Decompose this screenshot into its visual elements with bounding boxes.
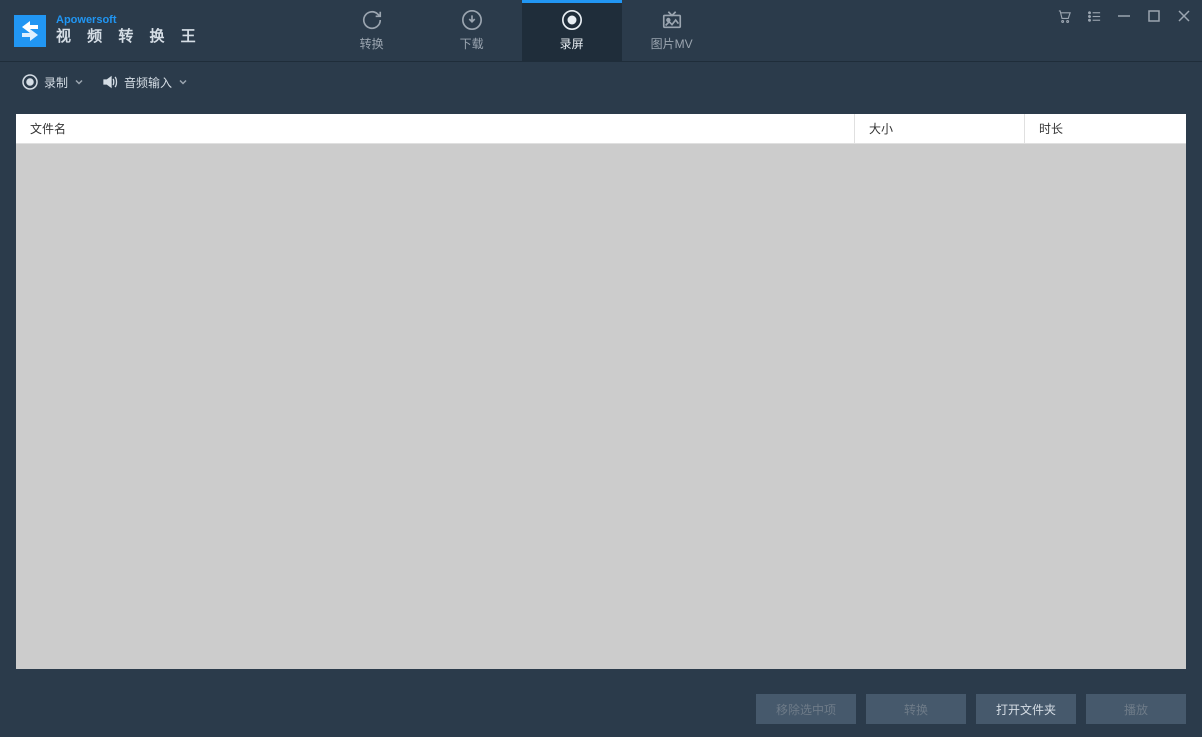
window-controls: [1056, 8, 1192, 24]
logo-section: Apowersoft 视 频 转 换 王: [10, 14, 202, 47]
content-area: 文件名 大小 时长: [0, 102, 1202, 681]
play-button[interactable]: 播放: [1086, 694, 1186, 724]
cart-icon[interactable]: [1056, 8, 1072, 24]
tab-label: 图片MV: [651, 35, 693, 52]
maximize-button[interactable]: [1146, 8, 1162, 24]
refresh-icon: [361, 9, 383, 31]
table-body: [16, 144, 1186, 669]
menu-list-icon[interactable]: [1086, 8, 1102, 24]
file-table: 文件名 大小 时长: [16, 114, 1186, 669]
record-dot-icon: [22, 74, 38, 90]
open-folder-button[interactable]: 打开文件夹: [976, 694, 1076, 724]
record-dropdown[interactable]: 录制: [22, 74, 84, 91]
logo-text: Apowersoft 视 频 转 换 王: [56, 14, 202, 47]
chevron-down-icon: [178, 77, 188, 87]
record-label: 录制: [44, 74, 68, 91]
audio-input-label: 音频输入: [124, 74, 172, 91]
app-window: Apowersoft 视 频 转 换 王 转换: [0, 0, 1202, 737]
title-bar: Apowersoft 视 频 转 换 王 转换: [0, 0, 1202, 62]
brand-name: Apowersoft: [56, 14, 202, 28]
tab-download[interactable]: 下载: [422, 0, 522, 61]
download-icon: [461, 9, 483, 31]
image-tv-icon: [661, 9, 683, 31]
tab-label: 转换: [360, 35, 384, 52]
tab-label: 录屏: [560, 35, 584, 52]
close-button[interactable]: [1176, 8, 1192, 24]
record-icon: [561, 9, 583, 31]
remove-selected-button[interactable]: 移除选中项: [756, 694, 856, 724]
minimize-button[interactable]: [1116, 8, 1132, 24]
main-tabs: 转换 下载 录屏: [322, 0, 722, 61]
app-logo-icon: [14, 15, 46, 47]
footer: 移除选中项 转换 打开文件夹 播放: [0, 681, 1202, 737]
toolbar: 录制 音频输入: [0, 62, 1202, 102]
table-header: 文件名 大小 时长: [16, 114, 1186, 144]
tab-convert[interactable]: 转换: [322, 0, 422, 61]
chevron-down-icon: [74, 77, 84, 87]
tab-label: 下载: [460, 35, 484, 52]
audio-input-dropdown[interactable]: 音频输入: [102, 74, 188, 91]
app-title: 视 频 转 换 王: [56, 28, 202, 47]
column-header-duration[interactable]: 时长: [1024, 114, 1186, 143]
column-header-size[interactable]: 大小: [854, 114, 1024, 143]
tab-record[interactable]: 录屏: [522, 0, 622, 61]
column-header-filename[interactable]: 文件名: [16, 114, 854, 143]
tab-image-mv[interactable]: 图片MV: [622, 0, 722, 61]
speaker-icon: [102, 74, 118, 90]
convert-button[interactable]: 转换: [866, 694, 966, 724]
